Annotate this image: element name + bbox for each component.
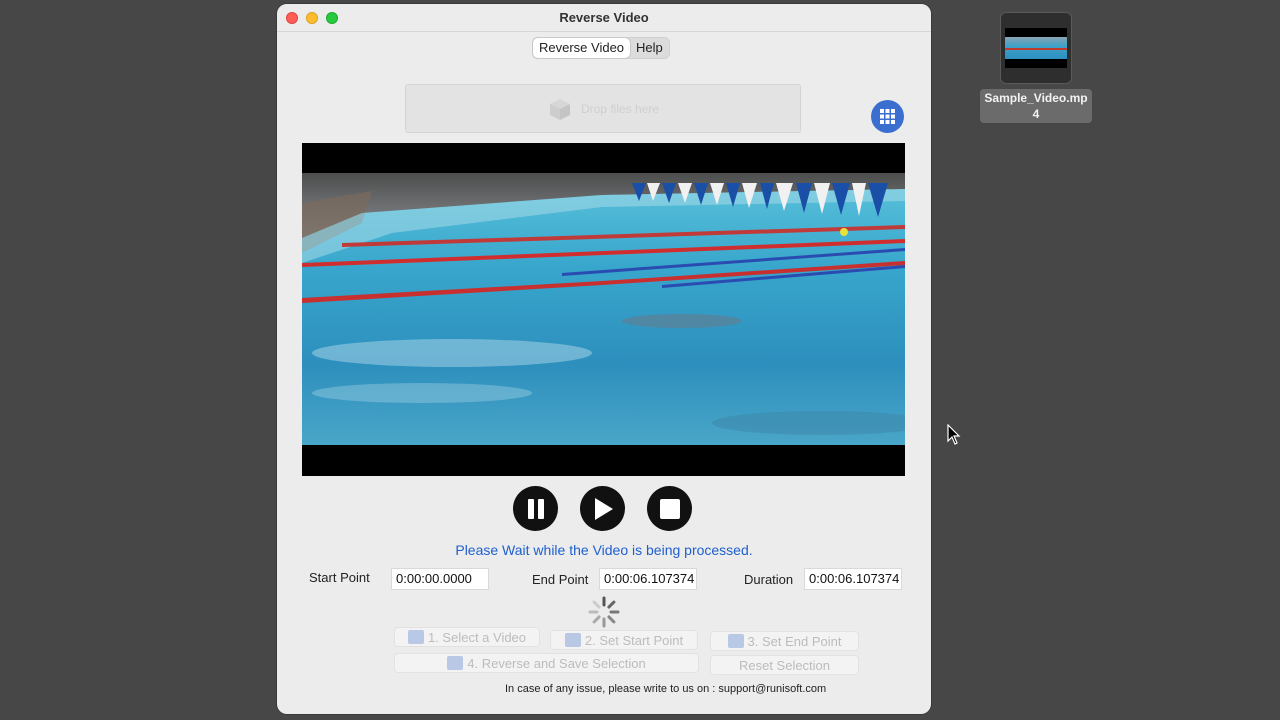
app-window: Reverse Video Reverse Video Help Drop fi…: [277, 4, 931, 714]
grid-icon: [880, 109, 895, 124]
pause-icon: [527, 498, 544, 519]
duration-label: Duration: [744, 572, 794, 587]
video-player[interactable]: [302, 143, 905, 476]
pause-button[interactable]: [513, 486, 558, 531]
folder-icon: [407, 630, 424, 644]
skip-start-icon: [564, 633, 581, 647]
window-title: Reverse Video: [559, 10, 649, 25]
cursor-icon: [947, 424, 961, 445]
end-point-field[interactable]: 0:00:06.107374: [599, 568, 697, 590]
tab-bar: Reverse Video Help: [532, 37, 670, 59]
duration-field[interactable]: 0:00:06.107374: [804, 568, 902, 590]
desktop-file-label: Sample_Video.mp 4: [980, 89, 1092, 123]
end-point-label: End Point: [532, 572, 589, 587]
playback-controls: [513, 486, 692, 531]
box-icon: [549, 98, 570, 120]
drop-files-text: Drop files here: [580, 101, 660, 116]
grid-menu-button[interactable]: [871, 100, 904, 133]
reset-selection-button[interactable]: Reset Selection: [710, 655, 859, 675]
processing-status-message: Please Wait while the Video is being pro…: [455, 542, 753, 558]
select-video-button[interactable]: 1. Select a Video: [394, 627, 540, 647]
reverse-and-save-button[interactable]: 4. Reverse and Save Selection: [394, 653, 699, 673]
stop-icon: [659, 498, 680, 519]
stop-button[interactable]: [647, 486, 692, 531]
spinner-icon: [588, 596, 620, 628]
play-button[interactable]: [580, 486, 625, 531]
tab-reverse-video[interactable]: Reverse Video: [533, 38, 631, 58]
start-point-label: Start Point: [309, 570, 370, 585]
set-end-point-button[interactable]: 3. Set End Point: [710, 631, 859, 651]
start-point-field[interactable]: 0:00:00.0000: [391, 568, 489, 590]
save-icon: [447, 656, 464, 670]
desktop-file-sample-video[interactable]: Sample_Video.mp 4: [976, 12, 1096, 123]
play-icon: [594, 497, 613, 520]
video-file-thumbnail: [1000, 12, 1072, 84]
set-start-point-button[interactable]: 2. Set Start Point: [550, 630, 698, 650]
drop-files-zone[interactable]: Drop files here: [405, 84, 801, 133]
title-bar: Reverse Video: [277, 4, 931, 32]
support-footer: In case of any issue, please write to us…: [505, 683, 827, 695]
tab-help[interactable]: Help: [630, 38, 669, 58]
skip-end-icon: [727, 634, 744, 648]
